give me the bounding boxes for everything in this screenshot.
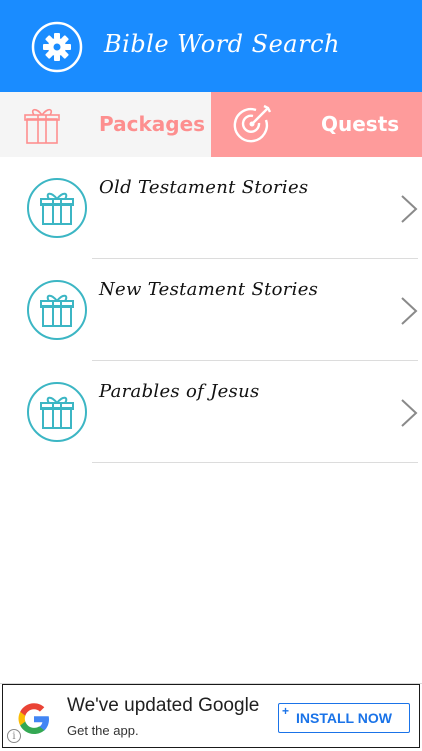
chevron-right-icon: [401, 297, 418, 325]
app-header: Bible Word Search: [0, 0, 422, 92]
tab-packages-label: Packages: [99, 112, 206, 136]
app-title: Bible Word Search: [104, 30, 340, 58]
tab-quests-label: Quests: [321, 112, 400, 136]
list-item[interactable]: Old Testament Stories: [0, 157, 422, 259]
target-arrow-icon: [233, 104, 272, 143]
install-now-button[interactable]: + INSTALL NOW: [278, 703, 410, 733]
gear-icon: [31, 21, 83, 73]
package-title: Old Testament Stories: [99, 177, 309, 198]
gift-icon: [27, 280, 87, 340]
tab-quests[interactable]: Quests: [211, 92, 422, 157]
tab-bar: Packages Quests: [0, 92, 422, 157]
package-title: New Testament Stories: [99, 279, 319, 300]
gift-icon: [27, 178, 87, 238]
install-now-label: INSTALL NOW: [296, 710, 392, 726]
chevron-right-icon: [401, 195, 418, 223]
tab-packages[interactable]: Packages: [0, 92, 211, 157]
ad-banner[interactable]: We've updated Google Get the app. + INST…: [2, 684, 420, 748]
divider: [92, 462, 418, 463]
list-item[interactable]: New Testament Stories: [0, 259, 422, 361]
chevron-right-icon: [401, 399, 418, 427]
gift-icon: [24, 108, 60, 144]
ad-info-icon[interactable]: i: [7, 729, 21, 743]
package-title: Parables of Jesus: [99, 381, 260, 402]
plus-icon: +: [282, 704, 290, 718]
gift-icon: [27, 382, 87, 442]
settings-button[interactable]: [31, 21, 83, 73]
list-item[interactable]: Parables of Jesus: [0, 361, 422, 463]
ad-headline: We've updated Google: [67, 695, 260, 716]
google-logo-icon: [18, 703, 49, 734]
ad-subtext: Get the app.: [67, 723, 139, 738]
